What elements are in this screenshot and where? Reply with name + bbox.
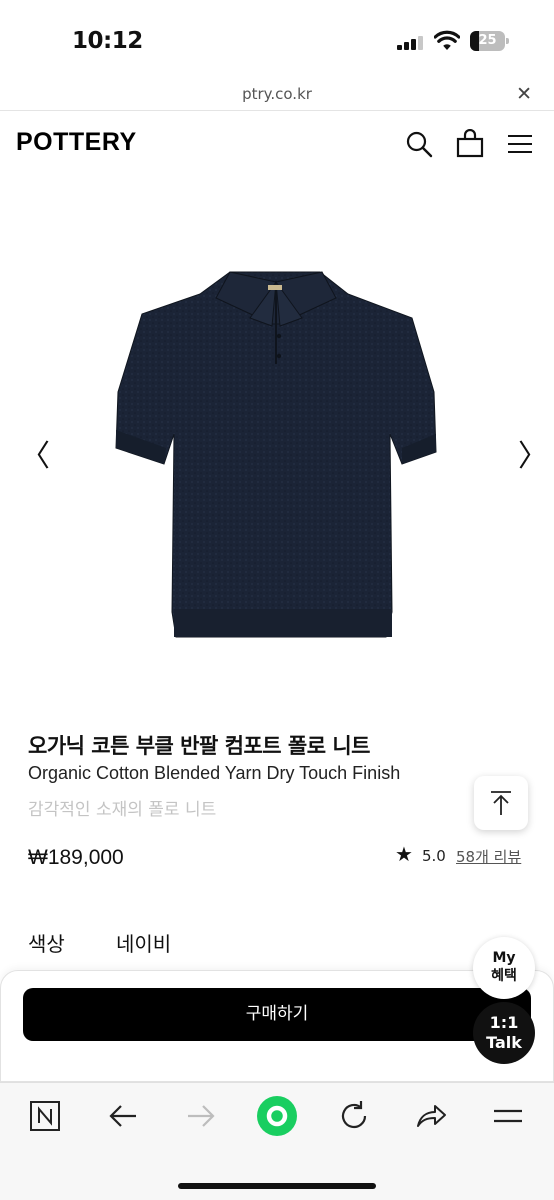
search-icon[interactable]: [404, 129, 434, 159]
talk-chat-button[interactable]: 1:1 Talk: [473, 1002, 535, 1064]
product-price: ₩189,000: [28, 846, 124, 869]
review-count-link[interactable]: 58개 리뷰: [456, 846, 521, 867]
my-benefit-line2: 혜택: [491, 968, 517, 984]
star-icon: ★: [395, 842, 413, 866]
naver-n-icon[interactable]: [28, 1099, 62, 1133]
talk-line2: Talk: [486, 1033, 522, 1052]
home-indicator: [178, 1183, 376, 1189]
gallery-prev-button[interactable]: 〈: [20, 431, 50, 475]
browser-toolbar: [0, 1082, 554, 1200]
buy-button[interactable]: 구매하기: [23, 988, 531, 1041]
menu-icon[interactable]: [505, 129, 535, 159]
battery-level: 25: [478, 33, 497, 48]
wifi-icon: [434, 30, 460, 50]
bag-icon[interactable]: [455, 129, 485, 159]
green-dot-icon[interactable]: [256, 1095, 298, 1137]
color-option-value[interactable]: 네이비: [116, 928, 171, 957]
navy-polo-knit-image: [115, 271, 437, 638]
product-gallery[interactable]: 〈 〉: [0, 174, 554, 714]
my-benefit-line1: My: [492, 950, 516, 966]
cellular-signal-icon: [397, 36, 425, 50]
arrow-up-to-line-icon: [491, 791, 511, 815]
product-title: 오가닉 코튼 부클 반팔 컴포트 폴로 니트: [28, 734, 371, 758]
purchase-panel: 구매하기: [0, 970, 554, 1082]
close-icon[interactable]: ✕: [516, 83, 532, 105]
color-option-label: 색상: [28, 932, 65, 956]
rating-value: 5.0: [422, 847, 446, 865]
my-benefit-button[interactable]: My 혜택: [473, 937, 535, 999]
battery-icon: 25: [470, 31, 510, 51]
site-header: POTTERY: [0, 112, 554, 174]
site-logo[interactable]: POTTERY: [16, 128, 137, 157]
gallery-next-button[interactable]: 〉: [518, 431, 548, 475]
product-subtitle: Organic Cotton Blended Yarn Dry Touch Fi…: [28, 763, 401, 783]
status-bar: 10:12 25: [0, 0, 554, 80]
talk-line1: 1:1: [489, 1013, 519, 1032]
browser-url-bar: ptry.co.kr ✕: [0, 80, 554, 111]
share-icon[interactable]: [414, 1099, 448, 1133]
url-text[interactable]: ptry.co.kr: [0, 85, 554, 103]
reload-icon[interactable]: [337, 1099, 371, 1133]
menu-icon[interactable]: [491, 1099, 525, 1133]
forward-arrow-icon[interactable]: [184, 1099, 218, 1133]
back-arrow-icon[interactable]: [106, 1099, 140, 1133]
status-time: 10:12: [72, 28, 143, 54]
scroll-to-top-button[interactable]: [474, 776, 528, 830]
product-tagline: 감각적인 소재의 폴로 니트: [28, 800, 217, 820]
